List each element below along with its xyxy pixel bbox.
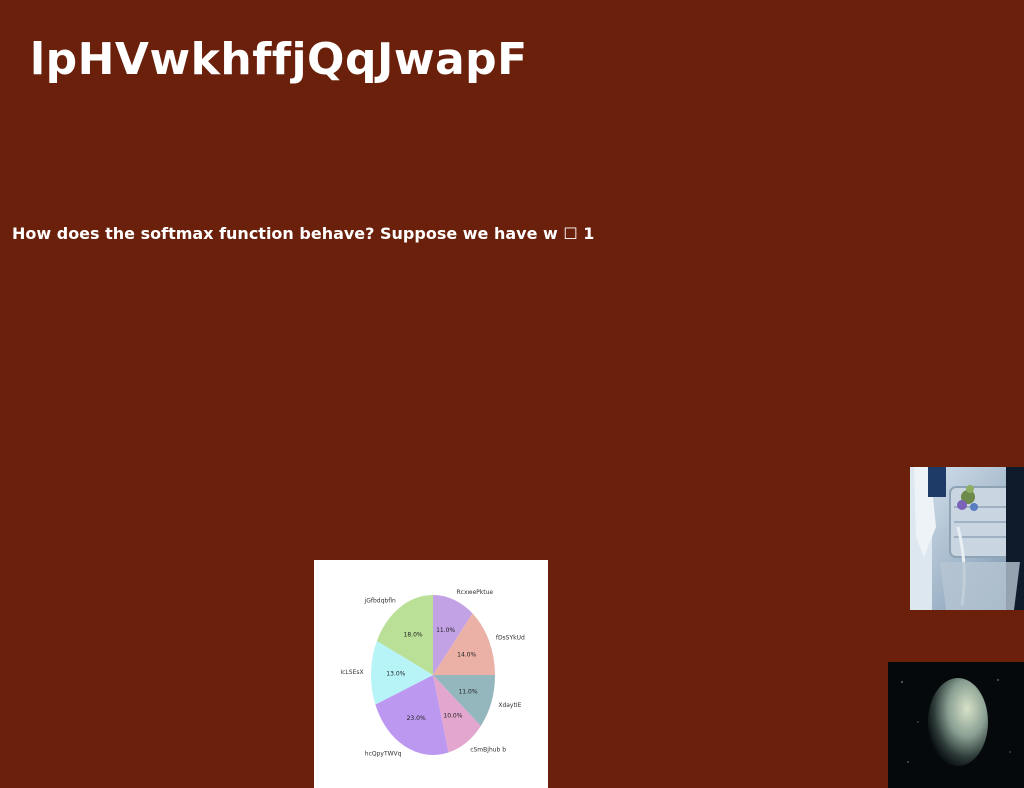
pie-chart: 11.0% RcxwePktue 14.0% fDsSYkUd 11.0% XdaytIE… xyxy=(340,589,525,757)
pie-slice-category-label: hcQpyTWVq xyxy=(365,750,402,757)
planet-photo-graphic xyxy=(888,662,1024,788)
pie-slice-percent-label: 14.0% xyxy=(457,652,476,659)
pie-slice-percent-label: 11.0% xyxy=(458,688,477,695)
pie-slice-category-label: jGfbdqbfln xyxy=(364,598,396,605)
pie-slice-category-label: RcxwePktue xyxy=(457,589,494,596)
pie-slice-percent-label: 23.0% xyxy=(407,715,426,722)
planet-photo xyxy=(888,662,1024,788)
cart-photo-graphic xyxy=(910,467,1024,610)
pie-slice-category-label: cSmBjhub b xyxy=(470,746,506,753)
cart-photo xyxy=(910,467,1024,610)
pie-slice-percent-label: 13.0% xyxy=(386,670,405,677)
pie-slice-category-label: IcLSEsX xyxy=(340,669,363,676)
pie-chart-card: 11.0% RcxwePktue 14.0% fDsSYkUd 11.0% XdaytIE… xyxy=(314,560,548,788)
pie-slice-percent-label: 11.0% xyxy=(436,627,455,634)
pie-slice-percent-label: 18.0% xyxy=(404,631,423,638)
pie-slice-category-label: fDsSYkUd xyxy=(496,635,525,642)
pie-slice-percent-label: 10.0% xyxy=(443,713,462,720)
page-title: lpHVwkhffjQqJwapF xyxy=(30,34,528,85)
question-text: How does the softmax function behave? Su… xyxy=(12,224,595,243)
pie-slice-category-label: XdaytIE xyxy=(498,702,521,709)
